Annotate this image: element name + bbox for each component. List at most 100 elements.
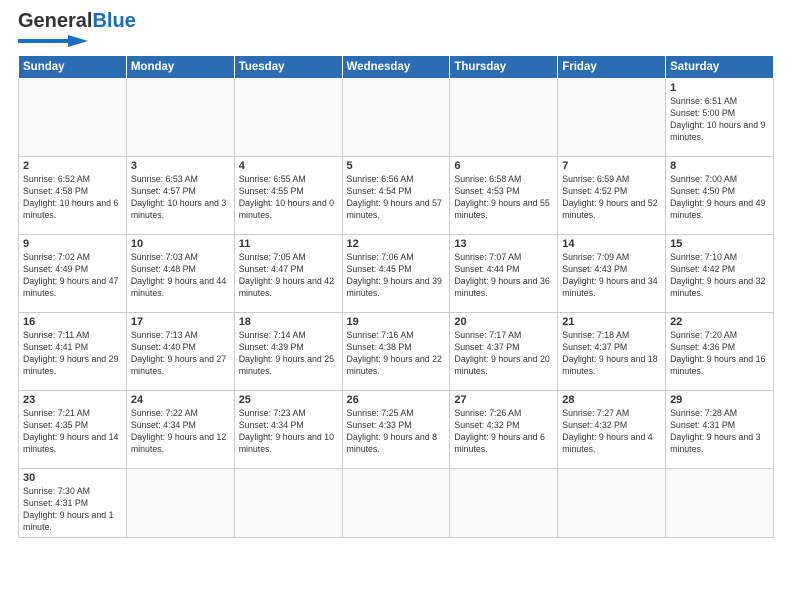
day-info: Sunrise: 7:03 AM Sunset: 4:48 PM Dayligh… — [131, 252, 230, 300]
calendar-cell — [19, 79, 127, 157]
day-info: Sunrise: 7:10 AM Sunset: 4:42 PM Dayligh… — [670, 252, 769, 300]
logo-underline-icon — [18, 33, 88, 49]
calendar-cell: 25Sunrise: 7:23 AM Sunset: 4:34 PM Dayli… — [234, 391, 342, 469]
day-number: 3 — [131, 160, 230, 172]
day-number: 23 — [23, 394, 122, 406]
day-number: 12 — [347, 238, 446, 250]
day-number: 24 — [131, 394, 230, 406]
header: General Blue — [18, 10, 774, 49]
calendar-cell: 6 Sunrise: 6:58 AM Sunset: 4:53 PM Daylig… — [450, 157, 558, 235]
day-info: Sunrise: 7:00 AM Sunset: 4:50 PM Dayligh… — [670, 174, 769, 222]
calendar-cell: 28 Sunrise: 7:27 AM Sunset: 4:32 PM Dayli… — [558, 391, 666, 469]
day-info: Sunrise: 7:14 AM Sunset: 4:39 PM Dayligh… — [239, 330, 338, 378]
calendar-cell: 1 Sunrise: 6:51 AM Sunset: 5:00 PM Daylig… — [666, 79, 774, 157]
calendar-cell: 24 Sunrise: 7:22 AM Sunset: 4:34 PM Dayli… — [126, 391, 234, 469]
day-number: 13 — [454, 238, 553, 250]
col-wednesday: Wednesday — [342, 56, 450, 79]
day-number: 9 — [23, 238, 122, 250]
calendar-cell: 15 Sunrise: 7:10 AM Sunset: 4:42 PM Dayli… — [666, 235, 774, 313]
calendar-cell — [234, 469, 342, 538]
day-info: Sunrise: 6:52 AM Sunset: 4:58 PM Dayligh… — [23, 174, 122, 222]
calendar-cell: 21 Sunrise: 7:18 AM Sunset: 4:37 PM Dayli… — [558, 313, 666, 391]
day-info: Sunrise: 7:26 AM Sunset: 4:32 PM Dayligh… — [454, 408, 553, 456]
calendar-cell: 13 Sunrise: 7:07 AM Sunset: 4:44 PM Dayli… — [450, 235, 558, 313]
day-number: 15 — [670, 238, 769, 250]
day-info: Sunrise: 7:27 AM Sunset: 4:32 PM Dayligh… — [562, 408, 661, 456]
calendar-cell: 8 Sunrise: 7:00 AM Sunset: 4:50 PM Daylig… — [666, 157, 774, 235]
day-info: Sunrise: 7:21 AM Sunset: 4:35 PM Dayligh… — [23, 408, 122, 456]
calendar-cell: 7Sunrise: 6:59 AM Sunset: 4:52 PM Daylig… — [558, 157, 666, 235]
day-info: Sunrise: 7:11 AM Sunset: 4:41 PM Dayligh… — [23, 330, 122, 378]
day-number: 1 — [670, 82, 769, 94]
day-info: Sunrise: 7:09 AM Sunset: 4:43 PM Dayligh… — [562, 252, 661, 300]
day-info: Sunrise: 6:51 AM Sunset: 5:00 PM Dayligh… — [670, 96, 769, 144]
calendar-cell: 16Sunrise: 7:11 AM Sunset: 4:41 PM Dayli… — [19, 313, 127, 391]
day-number: 30 — [23, 472, 122, 484]
day-number: 18 — [239, 316, 338, 328]
col-monday: Monday — [126, 56, 234, 79]
calendar-cell — [126, 469, 234, 538]
calendar-cell: 23 Sunrise: 7:21 AM Sunset: 4:35 PM Dayli… — [19, 391, 127, 469]
calendar-cell — [342, 469, 450, 538]
calendar-cell — [558, 79, 666, 157]
page: General Blue Sunday Monday Tuesday Wedne… — [0, 0, 792, 612]
day-info: Sunrise: 6:59 AM Sunset: 4:52 PM Dayligh… — [562, 174, 661, 222]
calendar-cell: 17 Sunrise: 7:13 AM Sunset: 4:40 PM Dayli… — [126, 313, 234, 391]
calendar-cell — [558, 469, 666, 538]
day-number: 19 — [347, 316, 446, 328]
day-number: 11 — [239, 238, 338, 250]
day-info: Sunrise: 7:02 AM Sunset: 4:49 PM Dayligh… — [23, 252, 122, 300]
day-info: Sunrise: 7:25 AM Sunset: 4:33 PM Dayligh… — [347, 408, 446, 456]
calendar-cell: 11 Sunrise: 7:05 AM Sunset: 4:47 PM Dayli… — [234, 235, 342, 313]
calendar-cell: 22 Sunrise: 7:20 AM Sunset: 4:36 PM Dayli… — [666, 313, 774, 391]
day-info: Sunrise: 6:58 AM Sunset: 4:53 PM Dayligh… — [454, 174, 553, 222]
day-number: 28 — [562, 394, 661, 406]
calendar-header-row: Sunday Monday Tuesday Wednesday Thursday… — [19, 56, 774, 79]
day-number: 4 — [239, 160, 338, 172]
day-number: 10 — [131, 238, 230, 250]
day-number: 27 — [454, 394, 553, 406]
day-info: Sunrise: 7:07 AM Sunset: 4:44 PM Dayligh… — [454, 252, 553, 300]
logo: General Blue — [18, 10, 136, 49]
calendar-cell: 3Sunrise: 6:53 AM Sunset: 4:57 PM Daylig… — [126, 157, 234, 235]
day-info: Sunrise: 7:18 AM Sunset: 4:37 PM Dayligh… — [562, 330, 661, 378]
calendar-cell: 2Sunrise: 6:52 AM Sunset: 4:58 PM Daylig… — [19, 157, 127, 235]
day-number: 21 — [562, 316, 661, 328]
calendar-cell: 14 Sunrise: 7:09 AM Sunset: 4:43 PM Dayli… — [558, 235, 666, 313]
calendar: Sunday Monday Tuesday Wednesday Thursday… — [18, 55, 774, 538]
day-info: Sunrise: 7:30 AM Sunset: 4:31 PM Dayligh… — [23, 486, 122, 534]
calendar-cell — [126, 79, 234, 157]
col-saturday: Saturday — [666, 56, 774, 79]
day-number: 14 — [562, 238, 661, 250]
calendar-cell: 27 Sunrise: 7:26 AM Sunset: 4:32 PM Dayli… — [450, 391, 558, 469]
day-number: 22 — [670, 316, 769, 328]
col-tuesday: Tuesday — [234, 56, 342, 79]
calendar-cell: 29Sunrise: 7:28 AM Sunset: 4:31 PM Dayli… — [666, 391, 774, 469]
calendar-cell: 26 Sunrise: 7:25 AM Sunset: 4:33 PM Dayli… — [342, 391, 450, 469]
day-number: 20 — [454, 316, 553, 328]
day-info: Sunrise: 7:17 AM Sunset: 4:37 PM Dayligh… — [454, 330, 553, 378]
day-number: 26 — [347, 394, 446, 406]
day-number: 6 — [454, 160, 553, 172]
day-info: Sunrise: 7:20 AM Sunset: 4:36 PM Dayligh… — [670, 330, 769, 378]
calendar-cell — [450, 469, 558, 538]
day-info: Sunrise: 7:16 AM Sunset: 4:38 PM Dayligh… — [347, 330, 446, 378]
day-info: Sunrise: 7:05 AM Sunset: 4:47 PM Dayligh… — [239, 252, 338, 300]
calendar-cell: 12 Sunrise: 7:06 AM Sunset: 4:45 PM Dayli… — [342, 235, 450, 313]
day-number: 5 — [347, 160, 446, 172]
calendar-cell — [234, 79, 342, 157]
calendar-cell: 9 Sunrise: 7:02 AM Sunset: 4:49 PM Daylig… — [19, 235, 127, 313]
day-info: Sunrise: 7:13 AM Sunset: 4:40 PM Dayligh… — [131, 330, 230, 378]
col-thursday: Thursday — [450, 56, 558, 79]
calendar-cell: 4Sunrise: 6:55 AM Sunset: 4:55 PM Daylig… — [234, 157, 342, 235]
day-info: Sunrise: 6:56 AM Sunset: 4:54 PM Dayligh… — [347, 174, 446, 222]
day-number: 29 — [670, 394, 769, 406]
calendar-cell: 19 Sunrise: 7:16 AM Sunset: 4:38 PM Dayli… — [342, 313, 450, 391]
day-info: Sunrise: 7:06 AM Sunset: 4:45 PM Dayligh… — [347, 252, 446, 300]
calendar-cell: 5 Sunrise: 6:56 AM Sunset: 4:54 PM Daylig… — [342, 157, 450, 235]
day-number: 17 — [131, 316, 230, 328]
calendar-cell — [666, 469, 774, 538]
day-info: Sunrise: 7:22 AM Sunset: 4:34 PM Dayligh… — [131, 408, 230, 456]
calendar-cell: 20 Sunrise: 7:17 AM Sunset: 4:37 PM Dayli… — [450, 313, 558, 391]
day-number: 8 — [670, 160, 769, 172]
